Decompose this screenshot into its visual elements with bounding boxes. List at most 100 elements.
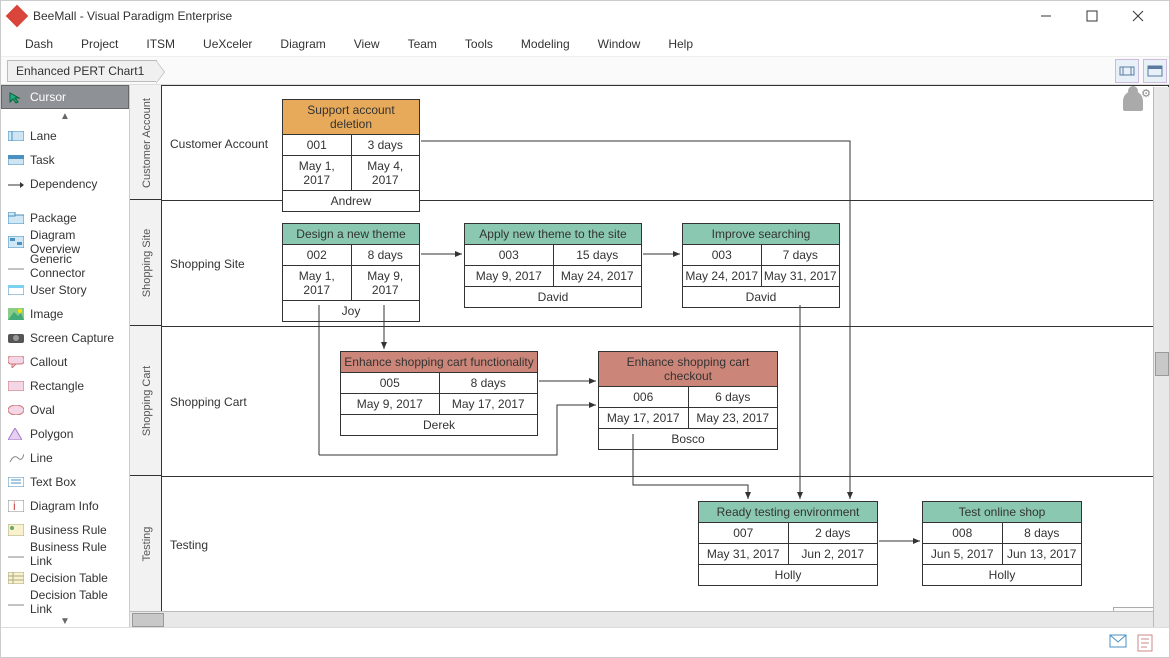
palette-dependency[interactable]: Dependency [1, 172, 129, 196]
menu-tools[interactable]: Tools [451, 33, 507, 55]
menu-modeling[interactable]: Modeling [507, 33, 584, 55]
palette-decision-table-link[interactable]: Decision Table Link [1, 590, 129, 614]
decision-table-icon [8, 572, 24, 584]
menu-window[interactable]: Window [584, 33, 655, 55]
task-id: 008 [923, 523, 1003, 543]
vertical-scrollbar[interactable] [1153, 87, 1169, 627]
lane-body-label-shopping-cart: Shopping Cart [170, 395, 247, 409]
palette-business-rule-link[interactable]: Business Rule Link [1, 542, 129, 566]
note-icon[interactable] [1137, 634, 1155, 652]
svg-text:i: i [13, 500, 16, 512]
palette-collapse-up[interactable]: ▲ [1, 109, 129, 124]
palette-decision-table[interactable]: Decision Table [1, 566, 129, 590]
lane-header-testing[interactable]: Testing [141, 521, 153, 567]
maximize-button[interactable] [1069, 1, 1115, 31]
palette-task[interactable]: Task [1, 148, 129, 172]
task-start: May 24, 2017 [683, 266, 762, 286]
task-enhance-cart-checkout[interactable]: Enhance shopping cart checkout 0066 days… [598, 351, 778, 450]
task-id: 002 [283, 245, 352, 265]
toolbar-button-fullscreen[interactable] [1115, 59, 1139, 83]
toolbar-button-panes[interactable] [1143, 59, 1167, 83]
task-title: Enhance shopping cart checkout [599, 352, 777, 387]
palette-user-story[interactable]: User Story [1, 278, 129, 302]
palette-diagram-overview[interactable]: Diagram Overview [1, 230, 129, 254]
task-apply-new-theme[interactable]: Apply new theme to the site 00315 days M… [464, 223, 642, 308]
palette-label: Business Rule Link [30, 540, 122, 568]
task-design-new-theme[interactable]: Design a new theme 0028 days May 1, 2017… [282, 223, 420, 322]
lane-header-customer-account[interactable]: Customer Account [141, 93, 153, 193]
resource-avatar[interactable]: ⚙ [1123, 91, 1145, 113]
palette-lane[interactable]: Lane [1, 124, 129, 148]
palette-label: Lane [30, 129, 57, 143]
palette-label: Diagram Info [30, 499, 99, 513]
palette-diagram-info[interactable]: i Diagram Info [1, 494, 129, 518]
diagram-overview-icon [8, 236, 24, 248]
palette-label: User Story [30, 283, 87, 297]
horizontal-scrollbar[interactable] [130, 611, 1153, 627]
person-icon [1123, 91, 1143, 111]
palette-line[interactable]: Line [1, 446, 129, 470]
lane-header-shopping-cart[interactable]: Shopping Cart [141, 360, 153, 442]
palette-screen-capture[interactable]: Screen Capture [1, 326, 129, 350]
task-improve-searching[interactable]: Improve searching 0037 days May 24, 2017… [682, 223, 840, 308]
tool-palette: Cursor ▲ Lane Task Dependency Package Di… [1, 85, 130, 629]
task-owner: Andrew [283, 190, 419, 211]
menu-itsm[interactable]: ITSM [132, 33, 189, 55]
palette-callout[interactable]: Callout [1, 350, 129, 374]
menu-diagram[interactable]: Diagram [266, 33, 339, 55]
textbox-icon [8, 476, 24, 488]
task-owner: David [683, 286, 839, 307]
palette-text-box[interactable]: Text Box [1, 470, 129, 494]
palette-rectangle[interactable]: Rectangle [1, 374, 129, 398]
task-owner: Derek [341, 414, 537, 435]
palette-business-rule[interactable]: Business Rule [1, 518, 129, 542]
task-end: Jun 2, 2017 [789, 544, 878, 564]
task-end: Jun 13, 2017 [1003, 544, 1082, 564]
task-end: May 24, 2017 [554, 266, 642, 286]
task-start: May 1, 2017 [283, 156, 352, 190]
oval-icon [8, 404, 24, 416]
task-title: Enhance shopping cart functionality [341, 352, 537, 373]
task-test-online-shop[interactable]: Test online shop 0088 days Jun 5, 2017Ju… [922, 501, 1082, 586]
task-enhance-cart-functionality[interactable]: Enhance shopping cart functionality 0058… [340, 351, 538, 436]
palette-label: Cursor [30, 90, 66, 104]
menu-dash[interactable]: Dash [11, 33, 67, 55]
menu-team[interactable]: Team [394, 33, 451, 55]
package-icon [8, 212, 24, 224]
window-title: BeeMall - Visual Paradigm Enterprise [33, 9, 1023, 23]
palette-generic-connector[interactable]: Generic Connector [1, 254, 129, 278]
palette-polygon[interactable]: Polygon [1, 422, 129, 446]
diagram-canvas[interactable]: ⚙ Customer Account Shopping Site Shoppin… [162, 85, 1169, 629]
task-owner: Joy [283, 300, 419, 321]
task-end: May 31, 2017 [762, 266, 840, 286]
task-id: 003 [683, 245, 762, 265]
task-duration: 8 days [1003, 523, 1082, 543]
dependency-icon [8, 178, 24, 190]
close-button[interactable] [1115, 1, 1161, 31]
palette-cursor[interactable]: Cursor [1, 85, 129, 109]
app-logo-icon [6, 5, 29, 28]
palette-label: Callout [30, 355, 67, 369]
lane-header-shopping-site[interactable]: Shopping Site [141, 223, 153, 303]
task-end: May 9, 2017 [352, 266, 420, 300]
task-owner: Bosco [599, 428, 777, 449]
palette-oval[interactable]: Oval [1, 398, 129, 422]
minimize-button[interactable] [1023, 1, 1069, 31]
callout-icon [8, 356, 24, 368]
palette-image[interactable]: Image [1, 302, 129, 326]
mail-icon[interactable] [1109, 634, 1127, 652]
polygon-icon [8, 428, 24, 440]
palette-label: Dependency [30, 177, 97, 191]
task-start: Jun 5, 2017 [923, 544, 1003, 564]
task-title: Design a new theme [283, 224, 419, 245]
task-ready-testing-env[interactable]: Ready testing environment 0072 days May … [698, 501, 878, 586]
camera-icon [8, 332, 24, 344]
menu-help[interactable]: Help [654, 33, 707, 55]
menu-view[interactable]: View [340, 33, 394, 55]
palette-package[interactable]: Package [1, 206, 129, 230]
menu-uexceler[interactable]: UeXceler [189, 33, 266, 55]
menu-project[interactable]: Project [67, 33, 132, 55]
diagram-tab[interactable]: Enhanced PERT Chart1 [7, 60, 157, 82]
task-support-account-deletion[interactable]: Support account deletion 0013 days May 1… [282, 99, 420, 212]
workspace: Cursor ▲ Lane Task Dependency Package Di… [1, 85, 1169, 629]
